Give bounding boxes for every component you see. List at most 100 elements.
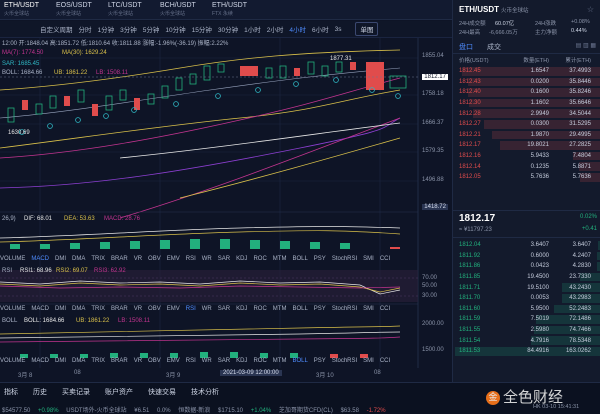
tab-quick-trade[interactable]: 快速交易 — [148, 387, 176, 399]
orderbook-row[interactable]: 1811.59 7.5019 72.1486 — [453, 314, 600, 325]
ind-volume[interactable]: VOLUME — [0, 358, 25, 364]
ind-psy[interactable]: PSY — [314, 306, 326, 312]
orderbook-row[interactable]: 1812.14 0.1235 5.8871 — [453, 161, 600, 172]
ind-vr[interactable]: VR — [134, 306, 142, 312]
period-3s[interactable]: 3s — [335, 26, 342, 33]
tab-indicators[interactable]: 指标 — [4, 387, 18, 399]
ind-wr[interactable]: WR — [202, 256, 212, 262]
ind-cci[interactable]: CCI — [380, 306, 390, 312]
ind-smi[interactable]: SMI — [363, 306, 374, 312]
period-1h[interactable]: 1小时 — [244, 24, 261, 34]
ind-kdj[interactable]: KDJ — [236, 358, 247, 364]
tab-deals[interactable]: 成交 — [487, 42, 501, 52]
orderbook-row[interactable]: 1812.40 0.1600 35.8246 — [453, 87, 600, 98]
ind-trix[interactable]: TRIX — [91, 256, 105, 262]
ind-roc[interactable]: ROC — [253, 358, 266, 364]
ind-psy[interactable]: PSY — [314, 256, 326, 262]
orderbook-row[interactable]: 1812.45 1.6547 37.4993 — [453, 66, 600, 77]
ind-dmi[interactable]: DMI — [55, 358, 66, 364]
ind-brar[interactable]: BRAR — [111, 358, 128, 364]
ind-boll[interactable]: BOLL — [292, 358, 307, 364]
ind-emv[interactable]: EMV — [167, 358, 180, 364]
ind-psy[interactable]: PSY — [314, 358, 326, 364]
ind-macd[interactable]: MACD — [31, 306, 49, 312]
ind-smi[interactable]: SMI — [363, 358, 374, 364]
ind-cci[interactable]: CCI — [380, 256, 390, 262]
ind-dmi[interactable]: DMI — [55, 256, 66, 262]
pair-tab-eos[interactable]: EOS/USDT 火币全球站 — [52, 0, 104, 19]
ind-mtm[interactable]: MTM — [273, 358, 287, 364]
ind-kdj[interactable]: KDJ — [236, 306, 247, 312]
ind-sar[interactable]: SAR — [218, 306, 230, 312]
ind-wr[interactable]: WR — [202, 358, 212, 364]
ind-stochrsi[interactable]: StochRSI — [332, 358, 357, 364]
ind-obv[interactable]: OBV — [148, 358, 161, 364]
ind-dmi[interactable]: DMI — [55, 306, 66, 312]
ind-roc[interactable]: ROC — [253, 306, 266, 312]
ind-stochrsi[interactable]: StochRSI — [332, 306, 357, 312]
ind-dma[interactable]: DMA — [72, 256, 85, 262]
tab-assets[interactable]: 账户资产 — [105, 387, 133, 399]
pair-tab-eth-ftx[interactable]: ETH/USDT FTX 永续 — [208, 0, 260, 19]
orderbook-row[interactable]: 1811.86 0.0423 4.2830 — [453, 261, 600, 272]
orderbook-row[interactable]: 1811.53 84.4916 163.0262 — [453, 346, 600, 357]
tab-trades[interactable]: 买卖记录 — [62, 387, 90, 399]
orderbook-row[interactable]: 1812.04 3.6407 3.6407 — [453, 240, 600, 251]
ind-trix[interactable]: TRIX — [91, 306, 105, 312]
ind-volume[interactable]: VOLUME — [0, 306, 25, 312]
orderbook-row[interactable]: 1811.55 2.5980 74.7466 — [453, 325, 600, 336]
orderbook-row[interactable]: 1812.21 1.9870 29.4995 — [453, 130, 600, 141]
ind-emv[interactable]: EMV — [167, 256, 180, 262]
ind-sar[interactable]: SAR — [218, 358, 230, 364]
ind-boll[interactable]: BOLL — [292, 306, 307, 312]
period-3m[interactable]: 3分钟 — [120, 24, 137, 34]
orderbook-row[interactable]: 1812.43 0.0200 35.8446 — [453, 77, 600, 88]
orderbook-row[interactable]: 1812.30 1.1602 35.6646 — [453, 98, 600, 109]
ind-obv[interactable]: OBV — [148, 256, 161, 262]
ind-trix[interactable]: TRIX — [91, 358, 105, 364]
ind-brar[interactable]: BRAR — [111, 256, 128, 262]
orderbook-row[interactable]: 1811.60 5.9500 52.2483 — [453, 304, 600, 315]
ind-dma[interactable]: DMA — [72, 306, 85, 312]
period-1m[interactable]: 1分钟 — [98, 24, 115, 34]
orderbook-row[interactable]: 1812.16 5.9433 7.4804 — [453, 151, 600, 162]
ind-macd[interactable]: MACD — [31, 358, 49, 364]
ind-obv[interactable]: OBV — [148, 306, 161, 312]
favorite-star-icon[interactable]: ☆ — [587, 5, 594, 14]
period-6h[interactable]: 6小时 — [312, 24, 329, 34]
period-custom[interactable]: 自定义周期 — [40, 24, 73, 34]
chart-layout-select[interactable]: 单图 — [355, 22, 379, 36]
layout-icons[interactable]: ▤ ▥ ▦ — [576, 42, 596, 49]
orderbook-row[interactable]: 1812.28 2.9949 34.5044 — [453, 108, 600, 119]
kline-chart[interactable]: 12:00 开:1848.04 高:1851.72 低:1810.64 收:18… — [0, 38, 452, 382]
ind-vr[interactable]: VR — [134, 358, 142, 364]
orderbook-row[interactable]: 1811.85 19.4500 23.7330 — [453, 272, 600, 283]
period-4h[interactable]: 4小时 — [289, 24, 306, 34]
ind-stochrsi[interactable]: StochRSI — [332, 256, 357, 262]
orderbook-row[interactable]: 1812.17 19.8021 27.2825 — [453, 140, 600, 151]
tab-history[interactable]: 历史 — [33, 387, 47, 399]
ind-vr[interactable]: VR — [134, 256, 142, 262]
orderbook-row[interactable]: 1812.05 5.7636 5.7636 — [453, 172, 600, 183]
ind-cci[interactable]: CCI — [380, 358, 390, 364]
period-15m[interactable]: 15分钟 — [192, 24, 212, 34]
ind-wr[interactable]: WR — [202, 306, 212, 312]
period-5m[interactable]: 5分钟 — [143, 24, 160, 34]
orderbook-row[interactable]: 1811.92 0.6000 4.2407 — [453, 251, 600, 262]
tab-orderbook[interactable]: 盘口 — [459, 42, 473, 52]
period-30m[interactable]: 30分钟 — [218, 24, 238, 34]
ind-volume[interactable]: VOLUME — [0, 256, 25, 262]
tab-analysis[interactable]: 技术分析 — [191, 387, 219, 399]
orderbook-row[interactable]: 1811.71 19.5100 43.2430 — [453, 282, 600, 293]
ind-kdj[interactable]: KDJ — [236, 256, 247, 262]
ind-mtm[interactable]: MTM — [273, 306, 287, 312]
ind-boll[interactable]: BOLL — [292, 256, 307, 262]
pair-tab-ltc[interactable]: LTC/USDT 火币全球站 — [104, 0, 156, 19]
ind-sar[interactable]: SAR — [218, 256, 230, 262]
orderbook-row[interactable]: 1812.27 0.0300 31.5295 — [453, 119, 600, 130]
ind-dma[interactable]: DMA — [72, 358, 85, 364]
orderbook-row[interactable]: 1811.70 0.0053 43.2983 — [453, 293, 600, 304]
pair-tab-bch[interactable]: BCH/USDT 火币全球站 — [156, 0, 208, 19]
period-10m[interactable]: 10分钟 — [165, 24, 185, 34]
ind-roc[interactable]: ROC — [253, 256, 266, 262]
